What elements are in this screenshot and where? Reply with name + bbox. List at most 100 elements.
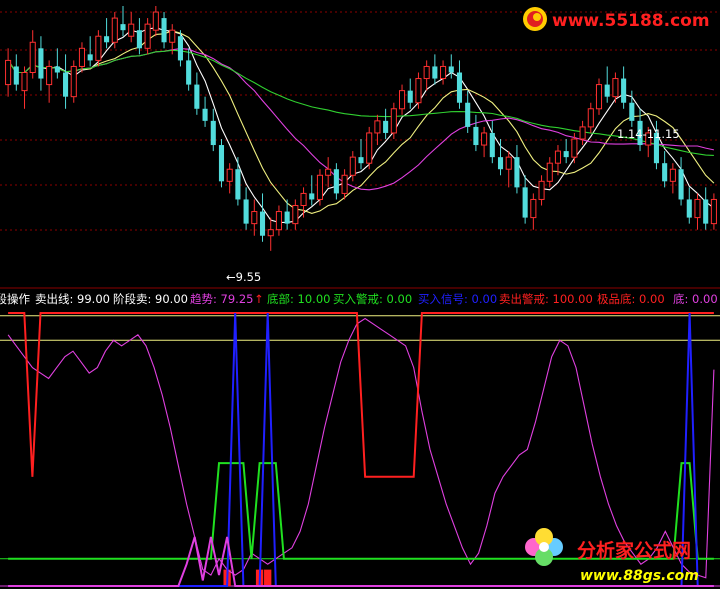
candle-body [5,59,12,86]
candle-body [21,72,28,92]
candle-body [128,23,135,37]
range-annotation: 1.14-11.15 [617,127,680,141]
candle-body [554,150,562,164]
low-price-annotation: ←9.55 [226,270,261,284]
stock-chart-canvas: ←9.55 1.14-11.15 波段操作 卖出线: 99.00 阶段卖: 90… [0,0,720,589]
candle-body [678,169,684,200]
candle-body [621,78,627,103]
indicator-header: 波段操作 卖出线: 99.00 阶段卖: 90.00 趋势: 79.25 ↑ 底… [0,292,718,306]
candle-body [629,102,635,121]
candle-body [63,72,69,97]
candle-body [267,229,274,237]
candle-body [235,169,241,200]
watermark-bottom-url: www.88gs.com [580,568,699,584]
candle-body [38,48,44,79]
candle-body [218,145,225,182]
label-buy-alert: 买入警戒: 0.00 [333,292,412,306]
candle-body [686,199,692,218]
label-sell-line: 卖出线: 99.00 [35,292,110,306]
candle-body [505,156,512,170]
candle-body [546,162,553,182]
candle-body [612,78,619,98]
candle-body [669,168,676,182]
candle-body [144,23,151,49]
label-buy-signal: 买入信号: 0.00 [418,292,497,306]
candle-body [300,192,307,206]
candle-body [202,108,208,121]
label-bottom: 底部: 10.00 [267,292,330,306]
candle-body [226,168,233,182]
candle-body [78,47,86,67]
candle-body [333,169,339,194]
candle-body [432,66,438,79]
candle-body [111,17,118,43]
candle-body [514,157,520,188]
candle-body [161,18,167,43]
candle-body [349,156,356,176]
candle-body [604,84,610,97]
trend-up-arrow-icon: ↑ [254,292,264,306]
candle-body [530,198,537,219]
candle-body [415,78,422,104]
candle-body [186,60,192,85]
candle-body [456,72,463,103]
label-sell-alert: 卖出警戒: 100.00 [499,292,593,306]
label-stage-sell: 阶段卖: 90.00 [113,292,188,306]
candle-body [587,108,594,128]
candle-body [390,108,397,134]
candle-body [473,126,479,146]
candle-body [275,211,282,231]
label-bottom-2: 底: 0.00 [673,292,718,306]
candle-body [358,157,364,164]
candle-body [29,41,36,73]
candle-body [136,30,142,49]
candle-body [169,29,176,43]
candle-body [95,35,102,61]
candle-body [538,180,545,200]
candle-body [440,65,447,80]
candle-body [383,120,389,133]
candle-body [284,211,290,224]
candle-body [325,168,332,176]
candle-body [46,65,53,86]
candle-body [13,66,19,85]
candle-body [251,211,258,225]
candle-body [366,132,373,164]
watermark-top-text: www.55188.com [552,11,710,31]
candle-body [423,65,430,80]
candle-body [481,132,488,146]
candle-body [398,90,406,110]
candle-body [316,174,324,200]
candle-body [194,84,200,109]
candle-body [374,120,381,134]
candle-body [522,187,528,218]
candle-body [595,84,603,110]
spiral-logo-icon [523,7,547,31]
candle-body [489,132,495,158]
candle-body [710,198,717,225]
candle-body [104,36,110,43]
candle-body [579,126,586,140]
label-extreme-bottom: 极品底: 0.00 [597,292,665,306]
buy-alert-bar [264,569,272,586]
candle-body [292,205,299,225]
candle-body [448,66,454,73]
candle-body [54,66,60,73]
candle-body [87,54,93,61]
candle-body [662,163,668,182]
candle-body [563,151,569,158]
candle-body [70,65,77,98]
candle-body [309,193,315,200]
candle-body [571,138,578,158]
watermark-bottom-title: 分析家公式网 [577,539,691,562]
candle-body [465,102,471,127]
candle-body [120,24,126,31]
candle-body [177,36,183,61]
label-trend: 趋势: 79.25 [190,292,253,306]
indicator-name: 波段操作 [0,292,30,306]
candle-body [341,174,348,194]
candle-body [152,11,159,31]
candle-body [210,120,216,146]
candle-body [259,211,266,236]
candle-body [243,199,249,224]
